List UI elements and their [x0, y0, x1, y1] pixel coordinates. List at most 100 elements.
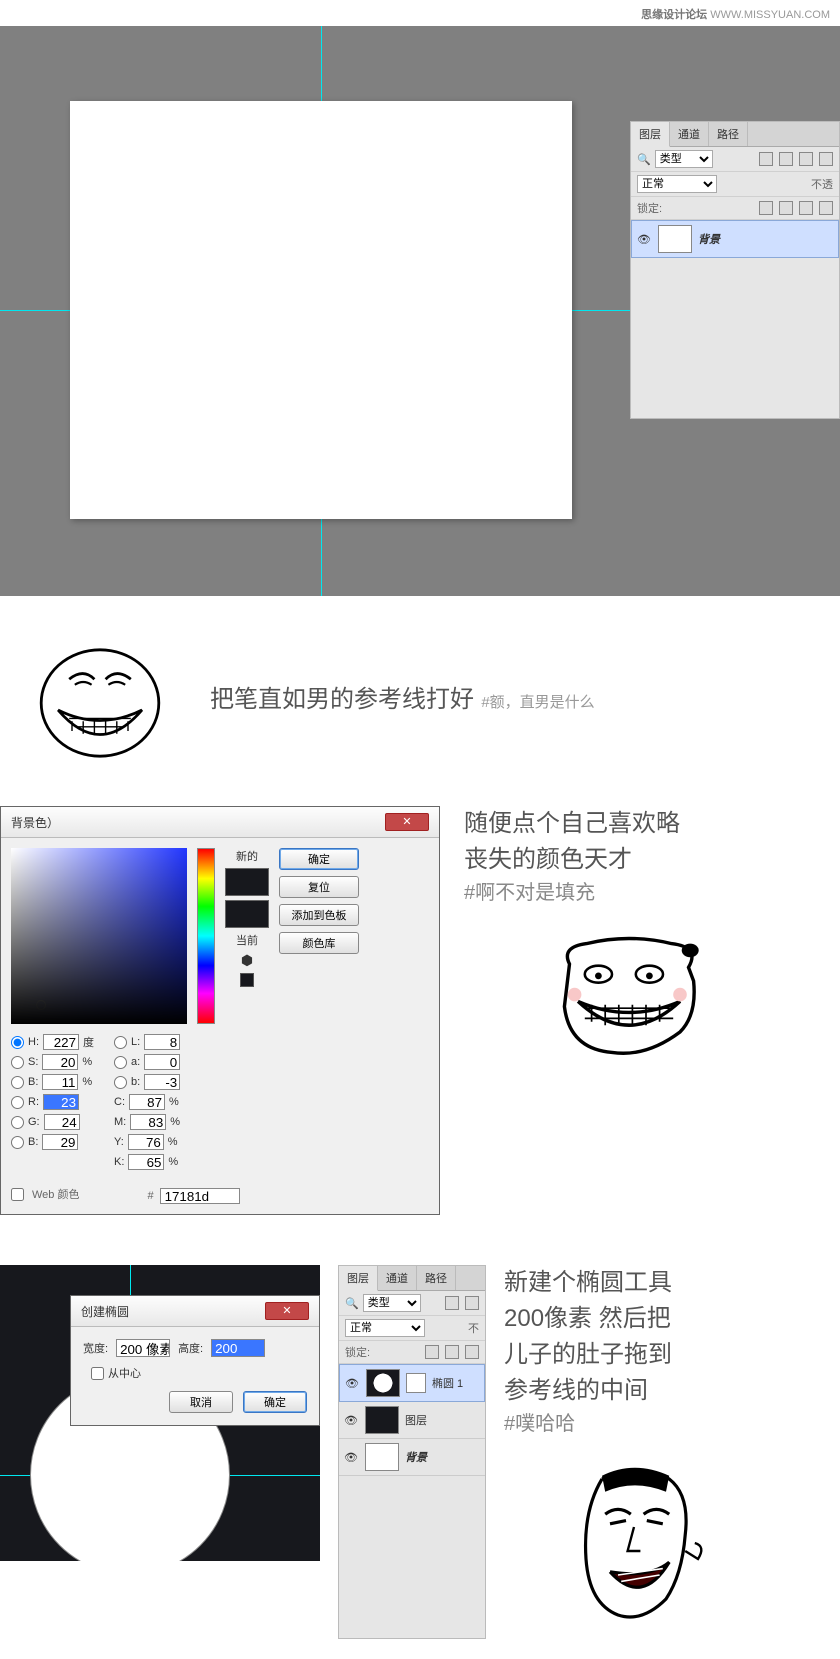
close-icon[interactable]: ✕ — [385, 813, 429, 831]
layer-mask-thumbnail[interactable] — [406, 1373, 426, 1393]
web-colors-label: Web 颜色 — [32, 1186, 79, 1202]
c-input[interactable] — [129, 1094, 165, 1110]
filter-type-select[interactable]: 类型 — [655, 150, 713, 168]
radio-s[interactable] — [11, 1056, 24, 1069]
lock-icon[interactable] — [445, 1345, 459, 1359]
layer-thumbnail[interactable] — [365, 1443, 399, 1471]
m-input[interactable] — [130, 1114, 166, 1130]
filter-text-icon[interactable] — [799, 152, 813, 166]
a-input[interactable] — [144, 1054, 180, 1070]
websafe-swatch[interactable] — [240, 973, 254, 987]
visibility-icon[interactable]: 👁 — [343, 1414, 359, 1427]
l-input[interactable] — [144, 1034, 180, 1050]
add-swatch-button[interactable]: 添加到色板 — [279, 904, 359, 926]
canvas-dark[interactable]: 创建椭圆 ✕ 宽度: 高度: 从中心 取消 确定 — [0, 1265, 320, 1561]
reset-button[interactable]: 复位 — [279, 876, 359, 898]
photoshop-canvas-area: 图层 通道 路径 🔍 类型 正常 不透 锁定: — [0, 26, 840, 596]
lock-position-icon[interactable] — [799, 201, 813, 215]
close-icon[interactable]: ✕ — [265, 1302, 309, 1320]
tab-paths[interactable]: 路径 — [709, 122, 748, 146]
radio-l[interactable] — [114, 1036, 127, 1049]
radio-r[interactable] — [11, 1096, 24, 1109]
layer-thumbnail[interactable] — [658, 225, 692, 253]
current-color-swatch[interactable] — [225, 900, 269, 928]
radio-h[interactable] — [11, 1036, 24, 1049]
hue-slider[interactable] — [197, 848, 215, 1024]
blend-mode-select[interactable]: 正常 — [345, 1319, 425, 1337]
height-input[interactable] — [211, 1339, 265, 1357]
h-input[interactable] — [43, 1034, 79, 1050]
layer-name[interactable]: 背景 — [405, 1449, 427, 1465]
tab-layers[interactable]: 图层 — [339, 1266, 378, 1291]
lock-icon[interactable] — [465, 1345, 479, 1359]
visibility-icon[interactable]: 👁 — [636, 233, 652, 246]
dialog-titlebar[interactable]: 创建椭圆 ✕ — [71, 1296, 319, 1327]
lock-icon[interactable] — [425, 1345, 439, 1359]
radio-a[interactable] — [114, 1056, 127, 1069]
new-label: 新的 — [236, 848, 258, 864]
visibility-icon[interactable]: 👁 — [344, 1377, 360, 1390]
caption-hash: #啊不对是填充 — [464, 878, 794, 908]
gamut-warning-icon[interactable]: ⬢ — [241, 952, 253, 969]
layer-name[interactable]: 背景 — [698, 231, 720, 247]
web-colors-checkbox[interactable] — [11, 1188, 24, 1201]
cancel-button[interactable]: 取消 — [169, 1391, 233, 1413]
r-input[interactable] — [43, 1094, 79, 1110]
filter-icons — [759, 152, 833, 166]
color-cursor-icon[interactable] — [36, 1000, 46, 1010]
dialog-titlebar[interactable]: 背景色） ✕ — [1, 807, 439, 838]
caption-line: 儿子的肚子拖到 — [504, 1337, 714, 1373]
radio-g[interactable] — [11, 1116, 24, 1129]
from-center-label: 从中心 — [108, 1365, 141, 1381]
caption-hash: #噗哈哈 — [504, 1409, 714, 1439]
lock-image-icon[interactable] — [779, 201, 793, 215]
filter-icon[interactable] — [465, 1296, 479, 1310]
filter-adjust-icon[interactable] — [779, 152, 793, 166]
layer-row-ellipse[interactable]: 👁 椭圆 1 — [339, 1364, 485, 1402]
from-center-checkbox[interactable] — [91, 1367, 104, 1380]
tutorial-caption-2: 随便点个自己喜欢略 丧失的颜色天才 #啊不对是填充 — [464, 806, 794, 1079]
color-field[interactable] — [11, 848, 187, 1024]
tab-channels[interactable]: 通道 — [378, 1266, 417, 1290]
b-input[interactable] — [42, 1074, 78, 1090]
layer-row-background[interactable]: 👁 背景 — [339, 1439, 485, 1476]
search-icon: 🔍 — [637, 153, 651, 166]
g-input[interactable] — [44, 1114, 80, 1130]
y-input[interactable] — [128, 1134, 164, 1150]
radio-b[interactable] — [11, 1076, 24, 1089]
document-canvas[interactable] — [70, 101, 572, 519]
filter-shape-icon[interactable] — [819, 152, 833, 166]
layer-name[interactable]: 图层 — [405, 1412, 427, 1428]
lock-label: 锁定: — [345, 1344, 370, 1360]
radio-bb[interactable] — [11, 1136, 24, 1149]
s-input[interactable] — [42, 1054, 78, 1070]
lock-label: 锁定: — [637, 200, 662, 216]
filter-pixel-icon[interactable] — [759, 152, 773, 166]
layer-name[interactable]: 椭圆 1 — [432, 1375, 463, 1391]
bb-input[interactable] — [42, 1134, 78, 1150]
lock-transparent-icon[interactable] — [759, 201, 773, 215]
color-libraries-button[interactable]: 颜色库 — [279, 932, 359, 954]
lock-all-icon[interactable] — [819, 201, 833, 215]
radio-lb[interactable] — [114, 1076, 127, 1089]
lb-input[interactable] — [144, 1074, 180, 1090]
visibility-icon[interactable]: 👁 — [343, 1451, 359, 1464]
filter-icon[interactable] — [445, 1296, 459, 1310]
tab-paths[interactable]: 路径 — [417, 1266, 456, 1290]
layer-row-background[interactable]: 👁 背景 — [631, 220, 839, 258]
blend-mode-select[interactable]: 正常 — [637, 175, 717, 193]
caption-line: 200像素 然后把 — [504, 1301, 714, 1337]
ok-button[interactable]: 确定 — [279, 848, 359, 870]
filter-type-select[interactable]: 类型 — [363, 1294, 421, 1312]
layer-row[interactable]: 👁 图层 — [339, 1402, 485, 1439]
width-input[interactable] — [116, 1339, 170, 1357]
k-input[interactable] — [128, 1154, 164, 1170]
tutorial-step-ellipse: 创建椭圆 ✕ 宽度: 高度: 从中心 取消 确定 — [0, 1255, 840, 1659]
hex-input[interactable] — [160, 1188, 240, 1204]
layer-thumbnail[interactable] — [366, 1369, 400, 1397]
caption-line: 丧失的颜色天才 — [464, 842, 794, 878]
layer-thumbnail[interactable] — [365, 1406, 399, 1434]
tab-layers[interactable]: 图层 — [631, 122, 670, 147]
tab-channels[interactable]: 通道 — [670, 122, 709, 146]
ok-button[interactable]: 确定 — [243, 1391, 307, 1413]
